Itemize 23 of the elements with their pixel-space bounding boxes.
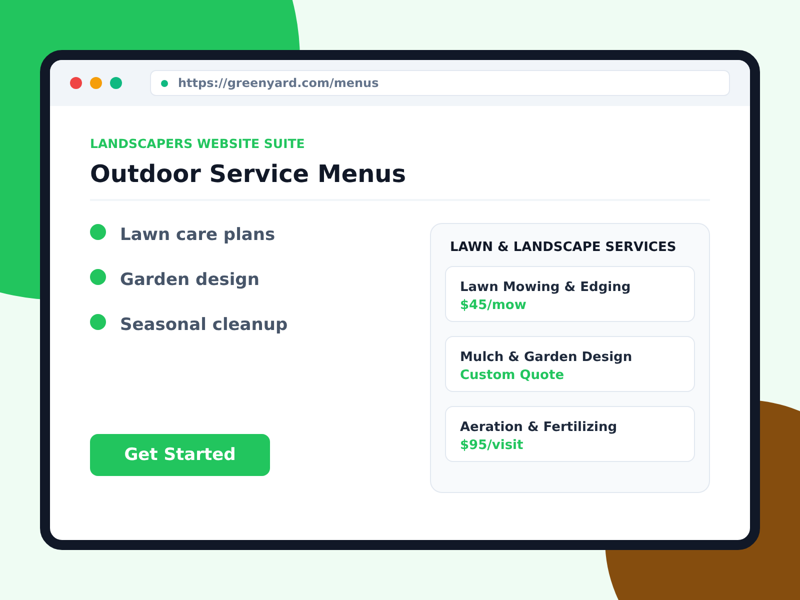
- panel-heading: LAWN & LANDSCAPE SERVICES: [450, 240, 678, 255]
- window-control-dot[interactable]: [110, 77, 122, 89]
- secure-dot-icon: [161, 80, 168, 86]
- address-bar[interactable]: https://greenyard.com/menus: [150, 70, 730, 96]
- service-name: Lawn Mowing & Edging: [460, 280, 632, 295]
- feature-text: Lawn care plans: [120, 224, 276, 244]
- eyebrow-label: LANDSCAPERS WEBSITE SUITE: [90, 136, 306, 151]
- service-name: Aeration & Fertilizing: [460, 420, 618, 435]
- service-card[interactable]: Mulch & Garden Design Custom Quote: [445, 336, 695, 392]
- service-price: $45/mow: [460, 298, 528, 313]
- window-control-dot[interactable]: [70, 77, 82, 89]
- feature-text: Garden design: [120, 270, 260, 290]
- feature-text: Seasonal cleanup: [120, 314, 288, 334]
- window-control-dot[interactable]: [90, 77, 102, 89]
- service-price: Custom Quote: [460, 368, 566, 383]
- service-name: Mulch & Garden Design: [460, 350, 634, 365]
- page-title: Outdoor Service Menus: [90, 159, 408, 190]
- bullet-icon: [90, 314, 106, 330]
- bullet-icon: [90, 268, 106, 284]
- service-card[interactable]: Aeration & Fertilizing $95/visit: [445, 406, 695, 462]
- bullet-icon: [90, 224, 106, 240]
- service-price: $95/visit: [460, 438, 524, 453]
- service-card[interactable]: Lawn Mowing & Edging $45/mow: [445, 266, 695, 322]
